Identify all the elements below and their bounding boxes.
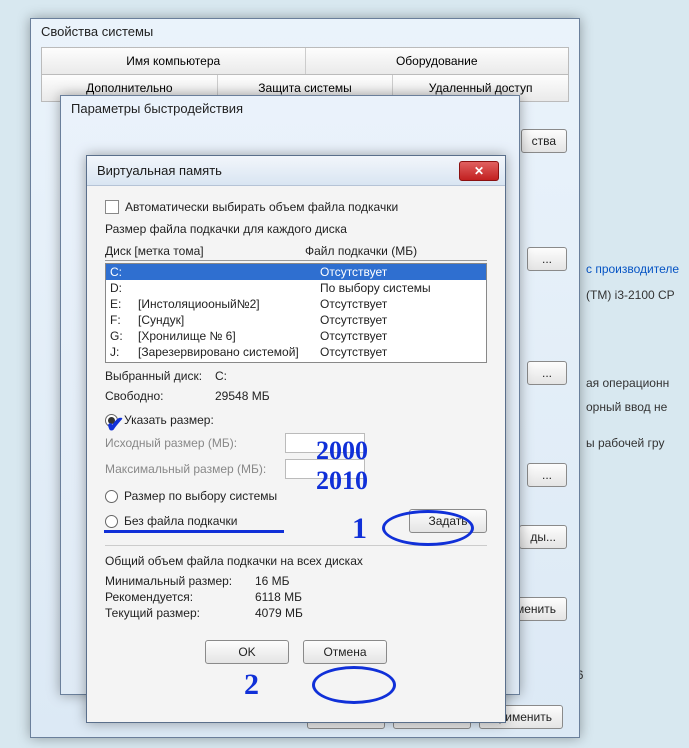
min-label: Минимальный размер: — [105, 574, 255, 588]
col-pagefile: Файл подкачки (МБ) — [305, 244, 417, 258]
side-button-4[interactable]: ... — [527, 463, 567, 487]
side-button-5[interactable]: ды... — [519, 525, 567, 549]
initial-size-input[interactable] — [285, 433, 365, 453]
min-value: 16 МБ — [255, 574, 290, 588]
bg-input: орный ввод не — [586, 400, 667, 414]
initial-size-label: Исходный размер (МБ): — [105, 436, 285, 450]
close-icon[interactable]: ✕ — [459, 161, 499, 181]
radio-custom-size[interactable] — [105, 414, 118, 427]
size-each-label: Размер файла подкачки для каждого диска — [105, 222, 487, 236]
hand-strike — [104, 530, 284, 533]
rec-value: 6118 МБ — [255, 590, 302, 604]
side-button-2[interactable]: ... — [527, 247, 567, 271]
rec-label: Рекомендуется: — [105, 590, 255, 604]
list-item[interactable]: F:[Сундук]Отсутствует — [106, 312, 486, 328]
radio-no-paging[interactable] — [105, 515, 118, 528]
bg-os: ая операционн — [586, 376, 669, 390]
maximum-size-label: Максимальный размер (МБ): — [105, 462, 285, 476]
vm-titlebar: Виртуальная память ✕ — [87, 156, 505, 186]
selected-drive-label: Выбранный диск: — [105, 369, 215, 383]
free-space-value: 29548 МБ — [215, 389, 270, 403]
bg-group: ы рабочей гру — [586, 436, 664, 450]
performance-options-title: Параметры быстродействия — [61, 96, 519, 122]
radio-no-paging-label: Без файла подкачки — [124, 514, 237, 528]
cur-label: Текущий размер: — [105, 606, 255, 620]
bg-cpu: (TM) i3-2100 CP — [586, 288, 675, 302]
col-drive: Диск [метка тома] — [105, 244, 305, 258]
radio-custom-label: Указать размер: — [124, 413, 214, 427]
side-button-3[interactable]: ... — [527, 361, 567, 385]
tab-hardware[interactable]: Оборудование — [306, 48, 569, 74]
list-item[interactable]: J:[Зарезервировано системой]Отсутствует — [106, 344, 486, 360]
list-item[interactable]: D:По выбору системы — [106, 280, 486, 296]
list-item[interactable]: C:Отсутствует — [106, 264, 486, 280]
system-properties-title: Свойства системы — [31, 19, 579, 47]
radio-system-label: Размер по выбору системы — [124, 489, 277, 503]
selected-drive-value: C: — [215, 369, 227, 383]
auto-manage-label: Автоматически выбирать объем файла подка… — [125, 200, 398, 214]
radio-system-managed[interactable] — [105, 490, 118, 503]
auto-manage-checkbox[interactable] — [105, 200, 119, 214]
tab-computer-name[interactable]: Имя компьютера — [42, 48, 306, 74]
vm-cancel-button[interactable]: Отмена — [303, 640, 387, 664]
vm-ok-button[interactable]: OK — [205, 640, 289, 664]
totals-title: Общий объем файла подкачки на всех диска… — [105, 554, 487, 568]
free-space-label: Свободно: — [105, 389, 215, 403]
drive-list[interactable]: C:Отсутствует D:По выбору системы E:[Инс… — [105, 263, 487, 363]
virtual-memory-dialog: Виртуальная память ✕ Автоматически выбир… — [86, 155, 506, 723]
list-item[interactable]: G:[Хронилище № 6]Отсутствует — [106, 328, 486, 344]
tabs-row1: Имя компьютера Оборудование — [41, 47, 569, 75]
side-button-1[interactable]: ства — [521, 129, 567, 153]
set-button[interactable]: Задать — [409, 509, 487, 533]
list-item[interactable]: E:[Инстоляциооный№2]Отсутствует — [106, 296, 486, 312]
cur-value: 4079 МБ — [255, 606, 303, 620]
vm-title-text: Виртуальная память — [97, 163, 459, 178]
maximum-size-input[interactable] — [285, 459, 365, 479]
bg-link[interactable]: с производителе — [586, 262, 679, 276]
